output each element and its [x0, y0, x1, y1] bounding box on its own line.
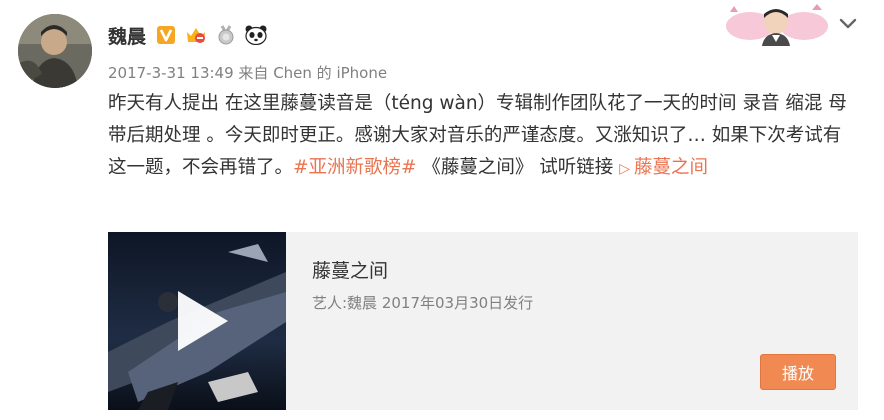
chevron-down-icon[interactable] [836, 12, 860, 36]
silver-medal-badge-icon[interactable] [216, 25, 236, 45]
play-button[interactable]: 播放 [760, 354, 836, 390]
source-prefix: 来自 [238, 64, 269, 82]
decoration-card-icon[interactable] [724, 2, 828, 46]
music-link[interactable]: ▷ 藤蔓之间 [619, 157, 708, 178]
avatar-photo [18, 14, 92, 88]
card-subtitle: 艺人:魏晨 2017年03月30日发行 [312, 294, 534, 312]
music-card[interactable]: 藤蔓之间 艺人:魏晨 2017年03月30日发行 播放 [108, 232, 858, 410]
album-cover[interactable] [108, 232, 286, 410]
verified-v-badge-icon[interactable] [156, 25, 176, 45]
hashtag-link[interactable]: #亚洲新歌榜# [293, 157, 417, 178]
post-text-after: 《藤蔓之间》 试听链接 [416, 157, 620, 178]
post-meta: 2017-3-31 13:49 来自 Chen 的 iPhone [108, 62, 387, 83]
music-link-label: 藤蔓之间 [633, 157, 708, 178]
vip-crown-badge-icon[interactable] [184, 25, 208, 45]
user-header: 魏晨 [108, 22, 276, 48]
post-source[interactable]: Chen 的 iPhone [273, 64, 387, 82]
panda-badge-icon[interactable] [244, 25, 268, 46]
play-link-icon: ▷ [619, 161, 630, 177]
card-title[interactable]: 藤蔓之间 [312, 256, 388, 283]
user-avatar[interactable] [18, 14, 92, 88]
play-overlay-icon[interactable] [108, 232, 286, 410]
post-timestamp[interactable]: 2017-3-31 13:49 [108, 64, 234, 82]
post-content: 昨天有人提出 在这里藤蔓读音是（téng wàn）专辑制作团队花了一天的时间 录… [108, 88, 848, 185]
user-name[interactable]: 魏晨 [108, 22, 146, 49]
